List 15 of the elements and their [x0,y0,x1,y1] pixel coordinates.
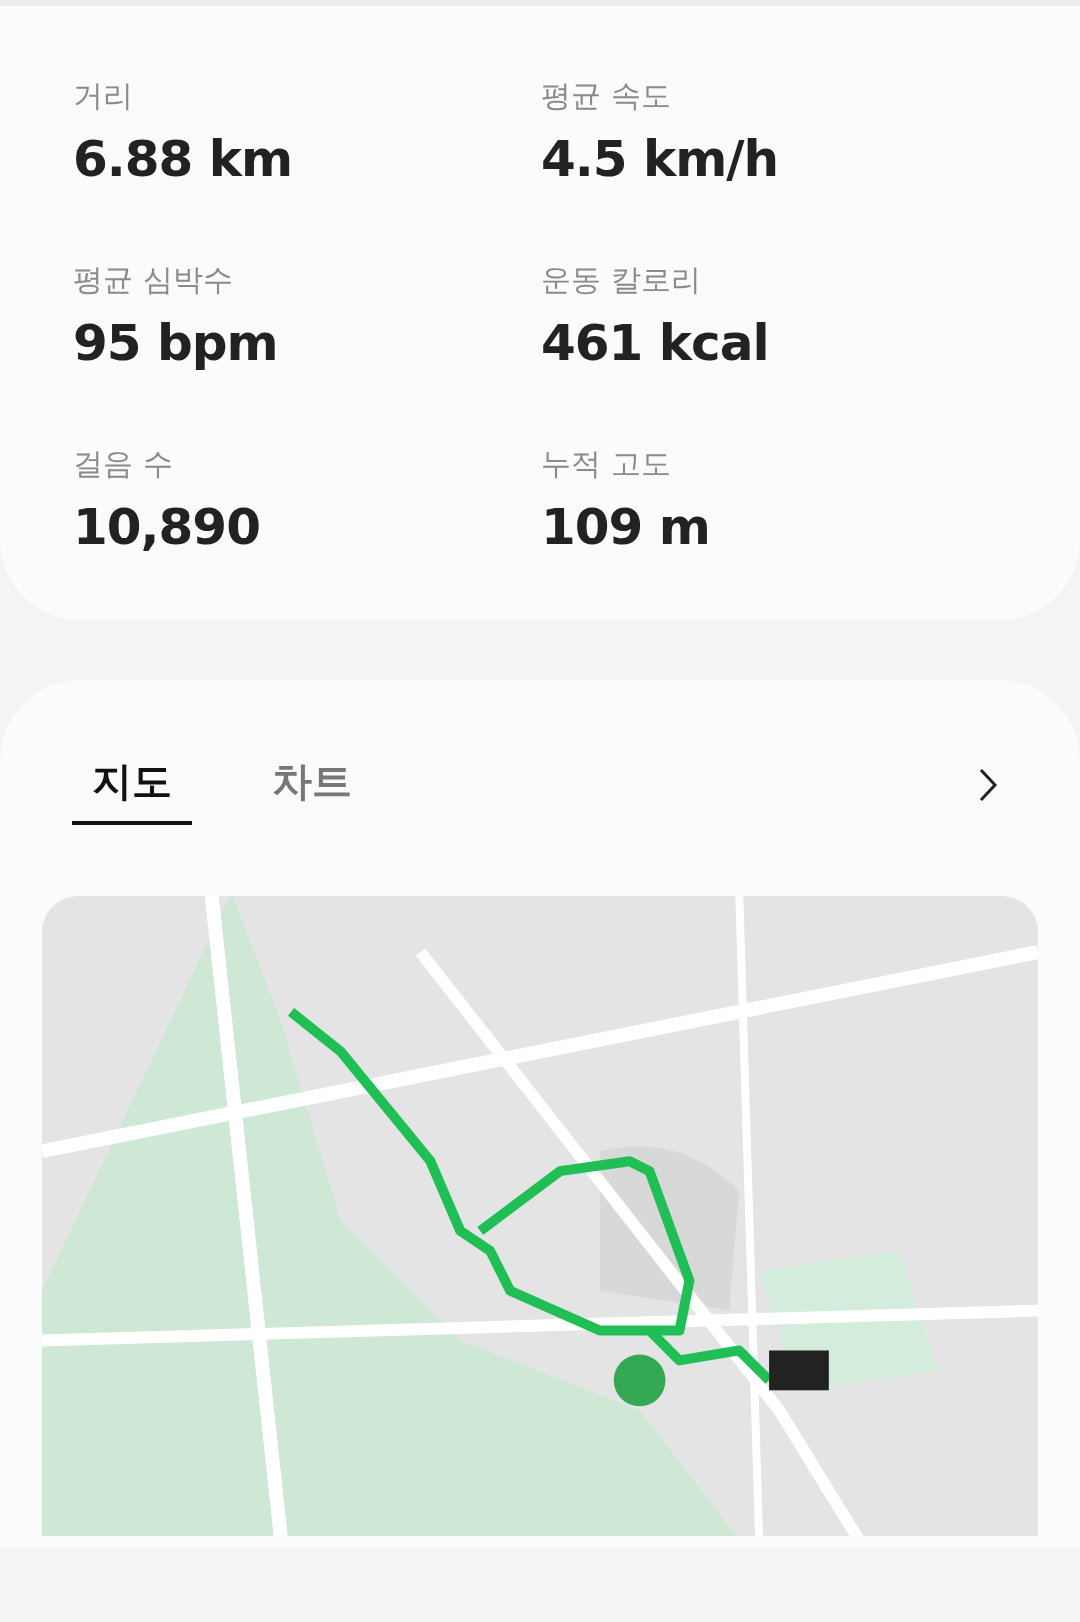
stat-value: 4.5 km/h [541,129,780,190]
stat-value: 109 m [541,497,711,558]
stat-label: 평균 심박수 [73,261,234,299]
stat-label: 누적 고도 [541,445,672,483]
stat-label: 걸음 수 [73,445,174,483]
stat-label: 평균 속도 [541,77,672,115]
stat-value: 461 kcal [541,313,770,374]
stat-label: 거리 [73,77,134,115]
stat-label: 운동 칼로리 [541,261,702,299]
stat-value: 6.88 km [73,129,294,190]
tab[interactable]: 지도 [72,745,192,825]
stat-value: 10,890 [73,497,261,558]
chevron-right-icon[interactable] [978,767,998,803]
stat-value: 95 bpm [73,313,279,374]
tab[interactable]: 차트 [252,745,372,825]
